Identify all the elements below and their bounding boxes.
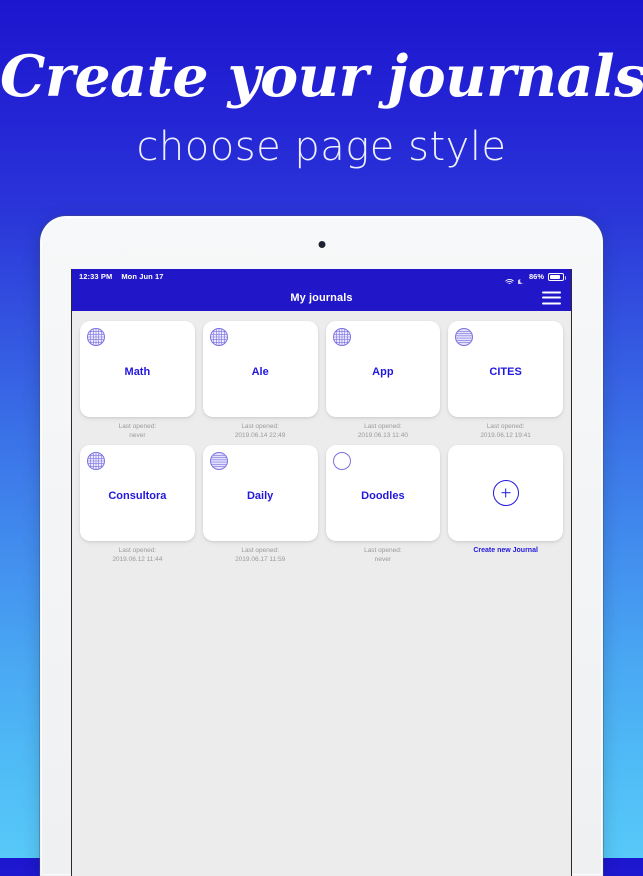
page-style-grid-icon[interactable] <box>87 451 105 470</box>
journal-card[interactable]: App <box>325 321 441 417</box>
wifi-icon <box>505 273 514 286</box>
journal-cell: Daily Last opened: 2019.06.17 11:59 <box>202 444 318 565</box>
status-time: 12:33 PM <box>79 272 113 281</box>
journal-last-opened: Last opened: never <box>119 422 157 441</box>
tablet-screen: 12:33 PM Mon Jun 17 86% My journals Math… <box>71 269 572 876</box>
journal-last-opened: Last opened: 2019.06.17 11:59 <box>235 546 285 565</box>
last-opened-value: 2019.06.12 19:41 <box>480 432 531 440</box>
last-opened-value: 2019.06.13 11:40 <box>357 432 408 440</box>
journal-cell: Doodles Last opened: never <box>325 444 441 565</box>
last-opened-label: Last opened: <box>241 546 279 554</box>
journal-last-opened: Last opened: 2019.06.12 19:41 <box>480 422 531 441</box>
status-date: Mon Jun 17 <box>121 272 164 281</box>
app-navigation-bar: My journals <box>72 284 571 311</box>
journal-last-opened: Last opened: 2019.06.13 11:40 <box>358 422 408 441</box>
journal-grid: Math Last opened: never Ale Last opened:… <box>72 311 571 565</box>
last-opened-value: 2019.06.14 22:49 <box>234 432 286 440</box>
page-style-lines-icon[interactable] <box>209 451 228 470</box>
tablet-device-frame: 12:33 PM Mon Jun 17 86% My journals Math… <box>40 216 603 876</box>
last-opened-value: never <box>374 556 391 564</box>
journal-card[interactable]: Ale <box>202 321 318 417</box>
journal-title: App <box>372 365 394 378</box>
create-new-journal-label: Create new Journal <box>473 546 538 554</box>
journal-card[interactable]: Math <box>80 321 195 417</box>
page-style-grid-icon[interactable] <box>332 328 351 346</box>
page-style-lines-icon[interactable] <box>455 328 474 346</box>
create-new-journal-button[interactable] <box>448 444 563 541</box>
journal-title: Ale <box>251 365 269 378</box>
journal-title: Math <box>124 365 151 378</box>
last-opened-value: 2019.06.17 11:59 <box>235 556 286 564</box>
battery-icon <box>548 272 566 281</box>
status-bar-right: 86% <box>505 272 566 286</box>
page-style-grid-icon[interactable] <box>209 328 228 346</box>
last-opened-label: Last opened: <box>364 423 402 430</box>
hamburger-menu-icon[interactable] <box>542 291 561 304</box>
last-opened-label: Last opened: <box>241 423 279 430</box>
journal-cell: Math Last opened: never <box>80 321 195 441</box>
last-opened-label: Last opened: <box>118 546 157 554</box>
page-style-grid-icon[interactable] <box>87 328 105 346</box>
journal-title: CITES <box>489 365 522 378</box>
create-new-journal-cell: Create new Journal <box>448 444 563 565</box>
status-bar-left: 12:33 PM Mon Jun 17 <box>79 272 164 281</box>
journal-title: Daily <box>246 489 274 502</box>
journal-cell: CITES Last opened: 2019.06.12 19:41 <box>448 321 563 441</box>
journal-card[interactable]: Doodles <box>325 444 441 541</box>
last-opened-label: Last opened: <box>118 423 157 430</box>
journal-card[interactable]: Daily <box>202 444 318 541</box>
page-style-blank-icon[interactable] <box>332 451 351 470</box>
page-title: My journals <box>290 291 353 304</box>
plus-circle-icon <box>492 479 519 506</box>
promo-subtitle: choose page style <box>136 124 507 170</box>
last-opened-value: 2019.06.12 11:44 <box>112 556 163 564</box>
moon-icon <box>517 273 525 286</box>
journal-cell: App Last opened: 2019.06.13 11:40 <box>325 321 441 441</box>
status-bar: 12:33 PM Mon Jun 17 86% <box>72 269 571 286</box>
journal-cell: Ale Last opened: 2019.06.14 22:49 <box>202 321 318 441</box>
journal-card[interactable]: Consultora <box>80 444 195 541</box>
last-opened-label: Last opened: <box>364 546 402 554</box>
journal-last-opened: Last opened: 2019.06.14 22:49 <box>235 422 286 441</box>
front-camera-icon <box>318 241 325 248</box>
battery-percent: 86% <box>528 272 544 281</box>
promo-title: Create your journals <box>0 43 643 110</box>
journal-title: Consultora <box>108 489 167 502</box>
last-opened-label: Last opened: <box>486 423 525 430</box>
last-opened-value: never <box>129 432 146 440</box>
journal-card[interactable]: CITES <box>448 321 563 417</box>
journal-last-opened: Last opened: never <box>364 546 402 565</box>
journal-cell: Consultora Last opened: 2019.06.12 11:44 <box>80 444 195 565</box>
journal-title: Doodles <box>361 489 405 502</box>
promo-banner: Create your journals choose page style <box>0 0 643 205</box>
journal-last-opened: Last opened: 2019.06.12 11:44 <box>112 546 162 565</box>
